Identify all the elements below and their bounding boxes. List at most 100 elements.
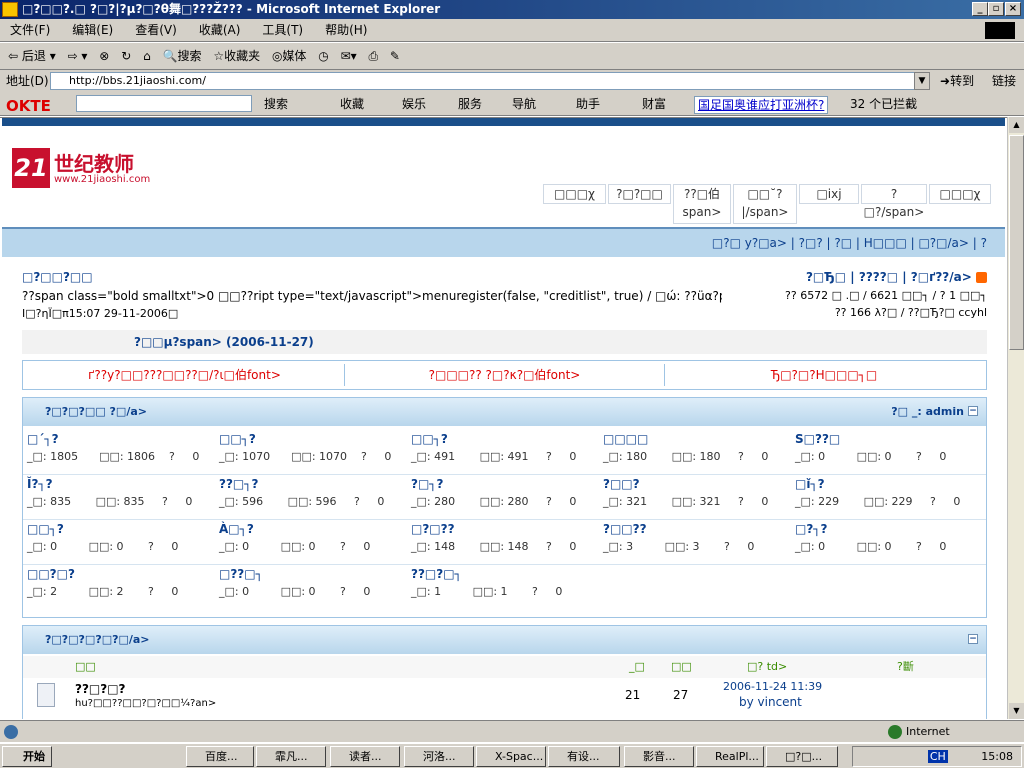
start-button[interactable]: 开始 [2,746,52,767]
tab-3[interactable]: ??□伯 span> [673,184,731,224]
forum-item[interactable]: ?□□? _□: 321 □□: 321 ? 0 [603,477,793,521]
okte-svc-button[interactable]: 服务 [458,92,482,116]
forum-name[interactable]: S□??□ [795,432,985,446]
forum-item[interactable]: □ǐ┐? _□: 229 □□: 229 ? 0 [795,477,985,521]
topic-date[interactable]: 2006-11-24 11:39 [723,680,822,693]
menu-file[interactable]: 文件(F) [10,23,50,37]
topic-row[interactable]: ??□?□? hu?□□??□□?□?□□¼?an> 21 27 2006-11… [23,680,986,719]
forward-button[interactable]: ⇨ ▾ [68,43,88,70]
info-right-links-text[interactable]: ?□Ђ□ | ????□ | ?□ґ??/a> [806,270,972,284]
address-dropdown-icon[interactable]: ▼ [914,72,930,90]
taskbar-task[interactable]: RealPl... [696,746,764,767]
forum-name[interactable]: □?□?? [411,522,601,536]
topic-author[interactable]: by vincent [739,695,802,709]
info-right-links[interactable]: ?□Ђ□ | ????□ | ?□ґ??/a> [806,270,987,284]
forum-item[interactable]: □□┐? _□: 491 □□: 491 ? 0 [411,432,601,476]
collapse-icon[interactable]: − [968,406,978,416]
tab-4[interactable]: □□˘? |/span> [733,184,797,224]
forum-name[interactable]: À□┐? [219,522,409,536]
forum-name[interactable]: Ĭ?┐? [27,477,217,491]
forum-item[interactable]: □?┐? _□: 0 □□: 0 ? 0 [795,522,985,566]
go-button[interactable]: ➜转到 [940,70,974,92]
taskbar-task[interactable]: X-Spac... [476,746,546,767]
info-title[interactable]: □?□□?□□ [22,270,93,284]
vertical-scrollbar[interactable]: ▲ ▼ [1007,117,1024,719]
forum-item[interactable]: □ˊ┐? _□: 1805 □□: 1806 ? 0 [27,432,217,476]
forum-item[interactable]: ?□□?? _□: 3 □□: 3 ? 0 [603,522,793,566]
collapse-icon[interactable]: − [968,634,978,644]
tab-2[interactable]: ?□?□□ [608,184,671,204]
subnav-links[interactable]: □?□ у?□a> | ?□? | ?□ | H□□□ | □?□/a> | ? [712,236,987,250]
forum-item[interactable]: ?□┐? _□: 280 □□: 280 ? 0 [411,477,601,521]
tab-7[interactable]: □□□χ [929,184,991,204]
forum-item[interactable]: □□┐? _□: 1070 □□: 1070 ? 0 [219,432,409,476]
minimize-button[interactable]: _ [972,2,988,16]
tab-1[interactable]: □□□χ [543,184,606,204]
forum-name[interactable]: □□┐? [411,432,601,446]
forum-item[interactable]: □□□□ _□: 180 □□: 180 ? 0 [603,432,793,476]
forum-item[interactable]: □??□┐ _□: 0 □□: 0 ? 0 [219,567,409,611]
tab-5[interactable]: □ixj [799,184,859,204]
back-button[interactable]: ⇦ 后退 ▾ [8,43,56,70]
forum-name[interactable]: ?□□?? [603,522,793,536]
lang-indicator[interactable]: CH [927,750,948,763]
forum-name[interactable]: ??□┐? [219,477,409,491]
panel1-moderator[interactable]: ?□ _: admin [891,398,964,426]
close-button[interactable]: × [1005,2,1021,16]
sub-navigation[interactable]: □?□ у?□a> | ?□? | ?□ | H□□□ | □?□/a> | ? [2,227,1005,257]
forum-item[interactable]: Ĭ?┐? _□: 835 □□: 835 ? 0 [27,477,217,521]
okte-wealth-button[interactable]: 财富 [642,92,666,116]
forum-name[interactable]: □??□┐ [219,567,409,581]
favorites-button[interactable]: ☆收藏夹 [213,43,260,70]
okte-ent-button[interactable]: 娱乐 [402,92,426,116]
scroll-thumb[interactable] [1009,135,1024,350]
featured-link-3[interactable]: Ђ□?□?H□□□┐□ [665,364,983,386]
refresh-icon[interactable]: ↻ [121,43,131,70]
history-icon[interactable]: ◷ [318,43,328,70]
forum-name[interactable]: □□?□? [27,567,217,581]
site-logo[interactable]: 21 世纪教师 www.21jiaoshi.com [12,148,152,188]
announcement-text[interactable]: ?□□μ?span> (2006-11-27) [134,335,314,349]
forum-name[interactable]: □□┐? [27,522,217,536]
taskbar-task[interactable]: 霏凡... [256,746,326,767]
taskbar-task[interactable]: □?□... [766,746,838,767]
featured-link-2[interactable]: ?□□□?? ?□?κ?□伯font> [345,364,665,386]
forum-name[interactable]: ??□?□┐ [411,567,601,581]
menu-favorites[interactable]: 收藏(A) [199,23,241,37]
media-button[interactable]: ◎媒体 [272,43,307,70]
forum-name[interactable]: □□┐? [219,432,409,446]
menu-tools[interactable]: 工具(T) [262,23,303,37]
okte-search-input[interactable] [76,95,252,112]
forum-name[interactable]: □□□□ [603,432,793,446]
taskbar-task[interactable]: 百度... [186,746,254,767]
okte-fav-button[interactable]: 收藏 [340,92,364,116]
home-icon[interactable]: ⌂ [143,43,151,70]
menu-view[interactable]: 查看(V) [135,23,177,37]
menu-edit[interactable]: 编辑(E) [72,23,113,37]
menu-help[interactable]: 帮助(H) [325,23,367,37]
address-input[interactable]: http://bbs.21jiaoshi.com/ [50,72,930,90]
forum-item[interactable]: ??□┐? _□: 596 □□: 596 ? 0 [219,477,409,521]
search-button[interactable]: 🔍搜索 [163,43,202,70]
links-button[interactable]: 链接 [992,70,1016,92]
forum-name[interactable]: □ǐ┐? [795,477,985,491]
tab-6[interactable]: ?□?/span> [861,184,927,219]
taskbar-task[interactable]: 河洛... [404,746,474,767]
panel2-title[interactable]: ?□?□?□?□?□/a> [45,633,150,646]
taskbar-task[interactable]: 有设... [548,746,620,767]
scroll-down-icon[interactable]: ▼ [1009,703,1024,719]
forum-name[interactable]: □ˊ┐? [27,432,217,446]
okte-nav-button[interactable]: 导航 [512,92,536,116]
okte-search-button[interactable]: 搜索 [264,92,288,116]
panel1-title[interactable]: ?□?□?□□ ?□/a> [45,405,147,418]
stop-icon[interactable]: ⊗ [99,43,109,70]
taskbar-task[interactable]: 影音... [624,746,694,767]
forum-name[interactable]: ?□┐? [411,477,601,491]
featured-link-1[interactable]: ґ??у?□□???□□??□∕?ι□伯font> [25,364,345,386]
forum-item[interactable]: À□┐? _□: 0 □□: 0 ? 0 [219,522,409,566]
forum-item[interactable]: ??□?□┐ _□: 1 □□: 1 ? 0 [411,567,601,611]
info-members-text[interactable]: ?? 166 λ?□ / ??□Ђ?□ ccyhl [835,306,987,319]
okte-helper-button[interactable]: 助手 [576,92,600,116]
maximize-button[interactable]: ▫ [988,2,1004,16]
forum-item[interactable]: S□??□ _□: 0 □□: 0 ? 0 [795,432,985,476]
